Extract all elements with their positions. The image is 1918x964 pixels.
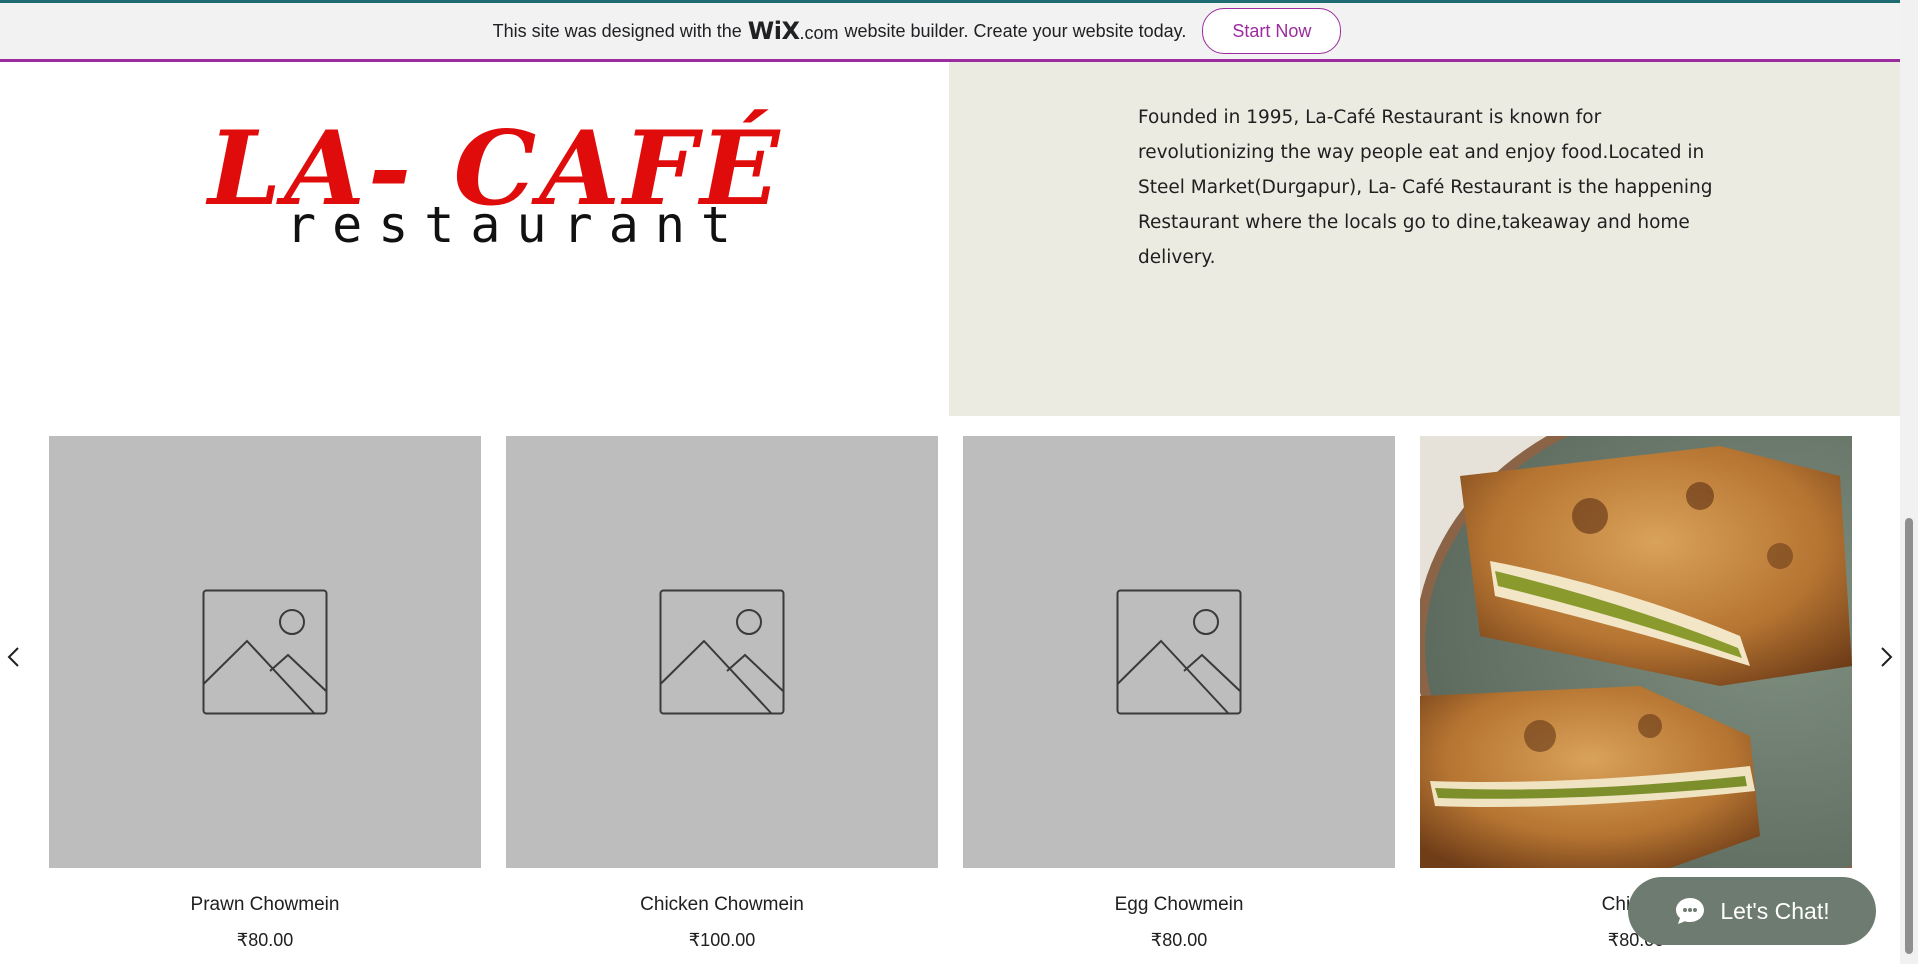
product-gallery: Prawn Chowmein ₹80.00 Chicken Chowmein ₹…: [0, 436, 1900, 964]
product-image[interactable]: [49, 436, 481, 868]
product-name[interactable]: Chicken Chowmein: [506, 894, 938, 916]
product-image[interactable]: [506, 436, 938, 868]
gallery-prev-arrow-icon[interactable]: [0, 642, 30, 672]
page-scrollbar[interactable]: [1900, 0, 1918, 964]
banner-pre-text: This site was designed with the: [492, 20, 742, 41]
product-image[interactable]: [963, 436, 1395, 868]
stuffed-paratha-photo: [1420, 436, 1852, 868]
product-price: ₹80.00: [236, 930, 294, 950]
product-name[interactable]: Prawn Chowmein: [49, 894, 481, 916]
start-now-button[interactable]: Start Now: [1202, 8, 1342, 54]
product-card[interactable]: Chicken ₹80.00: [1420, 436, 1852, 950]
wix-logo-suffix: .com: [799, 23, 839, 43]
banner-post-text: website builder. Create your website tod…: [844, 20, 1187, 41]
logo-subtitle: restaurant: [286, 196, 748, 254]
product-image[interactable]: [1420, 436, 1852, 868]
product-name[interactable]: Egg Chowmein: [963, 894, 1395, 916]
image-placeholder-icon: [1116, 589, 1242, 715]
chat-label: Let's Chat!: [1720, 897, 1830, 924]
product-card[interactable]: Chicken Chowmein ₹100.00: [506, 436, 938, 950]
chat-bubble-icon: [1676, 898, 1705, 924]
about-text: Founded in 1995, La-Café Restaurant is k…: [1138, 107, 1713, 268]
banner-message: This site was designed with the WiX .com …: [493, 8, 1342, 54]
gallery-next-arrow-icon[interactable]: [1870, 642, 1900, 672]
restaurant-logo: LA- CAFÉ restaurant: [0, 62, 949, 414]
wix-promo-banner: This site was designed with the WiX .com …: [0, 3, 1900, 62]
scrollbar-thumb[interactable]: [1905, 518, 1913, 954]
product-card[interactable]: Prawn Chowmein ₹80.00: [49, 436, 481, 950]
about-section: Founded in 1995, La-Café Restaurant is k…: [949, 62, 1900, 416]
wix-logo[interactable]: WiX .com: [748, 17, 839, 45]
product-price: ₹80.00: [1150, 930, 1208, 950]
product-card[interactable]: Egg Chowmein ₹80.00: [963, 436, 1395, 950]
image-placeholder-icon: [659, 589, 785, 715]
wix-logo-text: WiX: [747, 17, 800, 45]
lets-chat-button[interactable]: Let's Chat!: [1628, 877, 1876, 945]
product-price: ₹100.00: [688, 930, 756, 950]
image-placeholder-icon: [202, 589, 328, 715]
